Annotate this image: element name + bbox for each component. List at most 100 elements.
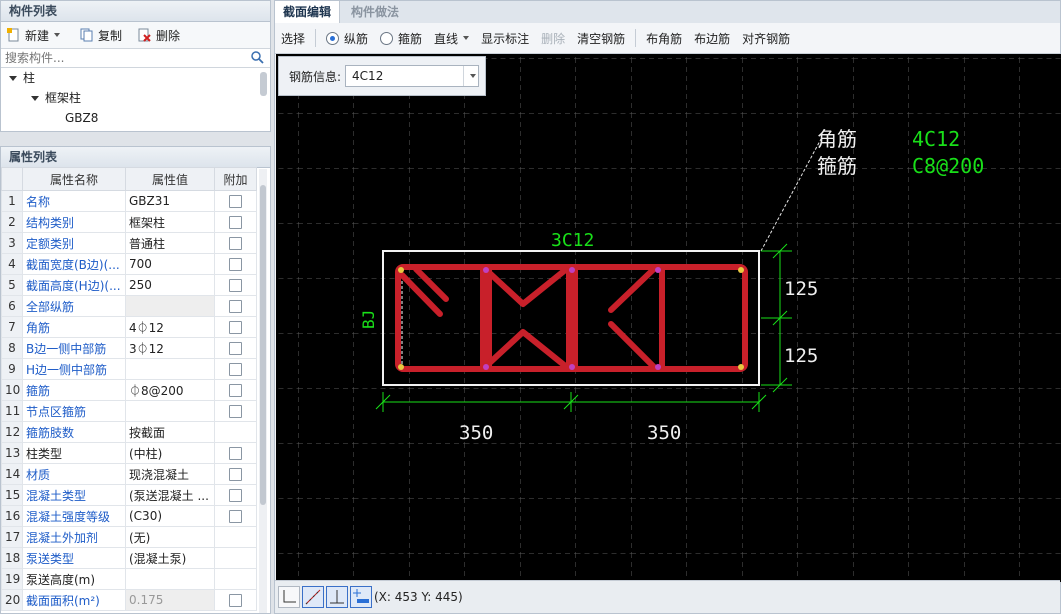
expand-icon[interactable] [9, 76, 17, 81]
property-row[interactable]: 12 箍筋肢数 按截面 [1, 421, 257, 443]
extra-checkbox[interactable] [229, 299, 242, 313]
property-value[interactable]: (C30) [125, 505, 215, 527]
tree-node-gbz8[interactable]: GBZ8 [1, 108, 270, 128]
extra-checkbox[interactable] [229, 509, 242, 523]
property-value[interactable]: 4⏀12 [125, 316, 215, 338]
new-button[interactable]: 新建 [1, 24, 66, 46]
property-value[interactable]: 700 [125, 253, 215, 275]
row-number: 10 [1, 379, 23, 401]
property-row[interactable]: 1 名称 GBZ31 [1, 190, 257, 212]
property-value[interactable]: 普通柱 [125, 232, 215, 254]
clear-rebar-button[interactable]: 清空钢筋 [571, 26, 631, 50]
corner-rebar-button[interactable]: 布角筋 [640, 26, 688, 50]
copy-button[interactable]: 复制 [74, 24, 128, 46]
tab-component-method[interactable]: 构件做法 [343, 1, 407, 23]
stirrup-radio[interactable]: 箍筋 [374, 26, 428, 50]
longitudinal-radio[interactable]: 纵筋 [320, 26, 374, 50]
edge-rebar-button[interactable]: 布边筋 [688, 26, 736, 50]
align-rebar-button[interactable]: 对齐钢筋 [736, 26, 796, 50]
property-value[interactable]: (中柱) [125, 442, 215, 464]
select-tool[interactable]: 选择 [275, 26, 311, 50]
property-row[interactable]: 13 柱类型 (中柱) [1, 442, 257, 464]
line-dropdown[interactable]: 直线 [428, 26, 475, 50]
extra-checkbox[interactable] [229, 278, 242, 292]
property-value[interactable]: (无) [125, 526, 215, 548]
tree-node-frame-column[interactable]: 框架柱 [1, 88, 270, 108]
property-value[interactable] [125, 568, 215, 590]
rebar-info-select[interactable]: 4C12 [345, 65, 480, 87]
delete-rebar-button[interactable]: 删除 [535, 26, 571, 50]
property-row[interactable]: 19 泵送高度(m) [1, 568, 257, 590]
extra-checkbox[interactable] [229, 257, 242, 271]
property-value[interactable]: 0.175 [125, 589, 215, 611]
property-value[interactable] [125, 295, 215, 317]
extra-checkbox[interactable] [229, 362, 242, 376]
property-row[interactable]: 3 定额类别 普通柱 [1, 232, 257, 254]
property-value[interactable]: 3⏀12 [125, 337, 215, 359]
property-value[interactable]: 250 [125, 274, 215, 296]
extra-checkbox[interactable] [229, 194, 242, 208]
property-value[interactable]: 现浇混凝土 [125, 463, 215, 485]
drawing-canvas[interactable]: 角筋 4C12 箍筋 C8@200 3C12 BJ 125 125 350 35… [276, 54, 1061, 582]
property-row[interactable]: 8 B边一侧中部筋 3⏀12 [1, 337, 257, 359]
extra-checkbox[interactable] [229, 341, 242, 355]
ortho-toggle[interactable] [278, 586, 300, 608]
property-scrollbar[interactable] [259, 169, 267, 613]
tab-section-edit[interactable]: 截面编辑 [275, 1, 341, 23]
property-row[interactable]: 11 节点区箍筋 [1, 400, 257, 422]
side-rebar-label[interactable]: BJ [359, 310, 378, 329]
extra-checkbox[interactable] [229, 320, 242, 334]
property-row[interactable]: 20 截面面积(m²) 0.175 [1, 589, 257, 611]
property-row[interactable]: 18 泵送类型 (混凝土泵) [1, 547, 257, 569]
header-extra: 附加 [214, 167, 257, 191]
show-label-button[interactable]: 显示标注 [475, 26, 535, 50]
snap-toggle[interactable] [302, 586, 324, 608]
tree-scrollbar[interactable] [260, 72, 267, 96]
property-value[interactable]: 框架柱 [125, 211, 215, 233]
grid-toggle[interactable] [350, 586, 372, 608]
delete-button[interactable]: 删除 [132, 24, 186, 46]
extra-checkbox[interactable] [229, 404, 242, 418]
property-row[interactable]: 9 H边一侧中部筋 [1, 358, 257, 380]
extra-checkbox[interactable] [229, 467, 242, 481]
property-value[interactable] [125, 358, 215, 380]
extra-checkbox[interactable] [229, 446, 242, 460]
perpendicular-toggle[interactable] [326, 586, 348, 608]
property-value[interactable]: 按截面 [125, 421, 215, 443]
property-row[interactable]: 2 结构类别 框架柱 [1, 211, 257, 233]
corner-rebar-value[interactable]: 4C12 [912, 127, 960, 151]
chevron-down-icon[interactable] [463, 66, 478, 86]
stirrup-rebar-value[interactable]: C8@200 [912, 154, 984, 178]
property-value[interactable]: ⏀8@200 [125, 379, 215, 401]
row-number: 1 [1, 190, 23, 212]
extra-checkbox[interactable] [229, 236, 242, 250]
extra-checkbox[interactable] [229, 593, 242, 607]
section-drawing[interactable]: 角筋 4C12 箍筋 C8@200 3C12 BJ 125 125 350 35… [276, 54, 1061, 582]
property-list-title: 属性列表 [1, 147, 270, 168]
extra-checkbox[interactable] [229, 215, 242, 229]
extra-checkbox[interactable] [229, 488, 242, 502]
new-dropdown-icon[interactable] [54, 33, 61, 37]
property-scroll-thumb[interactable] [260, 185, 266, 505]
property-row[interactable]: 10 箍筋 ⏀8@200 [1, 379, 257, 401]
property-value[interactable]: GBZ31 [125, 190, 215, 212]
property-row[interactable]: 15 混凝土类型 (泵送混凝土 ... [1, 484, 257, 506]
property-row[interactable]: 4 截面宽度(B边)(... 700 [1, 253, 257, 275]
property-row[interactable]: 5 截面高度(H边)(... 250 [1, 274, 257, 296]
property-row[interactable]: 14 材质 现浇混凝土 [1, 463, 257, 485]
extra-checkbox[interactable] [229, 383, 242, 397]
property-value[interactable]: (泵送混凝土 ... [125, 484, 215, 506]
tree-node-column[interactable]: 柱 [1, 68, 270, 88]
property-name: 泵送类型 [22, 547, 126, 569]
delete-icon [138, 28, 152, 42]
component-search-input[interactable] [1, 50, 247, 66]
property-row[interactable]: 17 混凝土外加剂 (无) [1, 526, 257, 548]
property-row[interactable]: 16 混凝土强度等级 (C30) [1, 505, 257, 527]
property-value[interactable]: (混凝土泵) [125, 547, 215, 569]
expand-icon[interactable] [31, 96, 39, 101]
property-value[interactable] [125, 400, 215, 422]
search-icon[interactable] [251, 51, 264, 67]
property-row[interactable]: 7 角筋 4⏀12 [1, 316, 257, 338]
property-row[interactable]: 6 全部纵筋 [1, 295, 257, 317]
top-rebar-label[interactable]: 3C12 [551, 230, 594, 251]
